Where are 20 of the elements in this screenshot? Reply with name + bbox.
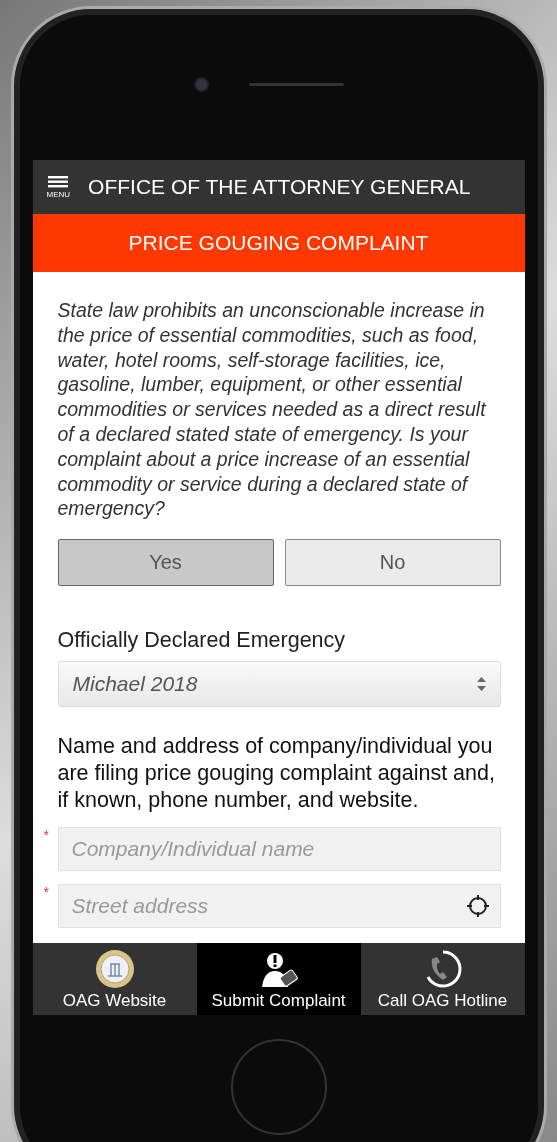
required-mark: * <box>43 827 50 844</box>
answer-button[interactable]: Yes <box>57 539 274 587</box>
field-label: Officially Declared Emergency <box>57 628 347 654</box>
banner-title: PRICE GOUGING COMPLAINT <box>128 231 429 255</box>
input-field[interactable]: Company/Individual name <box>57 827 501 872</box>
seal-icon <box>94 949 135 989</box>
speaker-icon <box>248 83 344 86</box>
input-field[interactable]: Street address <box>57 884 501 929</box>
emergency-select[interactable]: Michael 2018 <box>57 661 501 708</box>
answer-button[interactable]: No <box>284 539 501 587</box>
menu-button[interactable]: MENU <box>46 175 71 199</box>
crosshair-icon[interactable] <box>466 895 489 918</box>
updown-icon <box>476 677 486 692</box>
prompt-text: Name and address of company/individual you are filing price gouging complaint against and, if known, phone number, and website. <box>57 733 496 815</box>
menu-icon <box>48 175 69 188</box>
required-mark: * <box>43 884 50 901</box>
tab-button[interactable]: Submit Complaint <box>196 943 361 1015</box>
app-title: OFFICE OF THE ATTORNEY GENERAL <box>88 175 471 199</box>
camera-icon <box>193 77 209 92</box>
intro-text: State law prohibits an unconscionable increase in the price of essential commodities, such as food, water, hotel rooms, self-storage facilities, ice, gasoline, lumber, equipment, or other essential commodities or services needed as a direct result of a declared stated state of emergency. Is your complaint about a price increase of an essential commodity or service during a declared state of emergency? <box>57 298 488 522</box>
